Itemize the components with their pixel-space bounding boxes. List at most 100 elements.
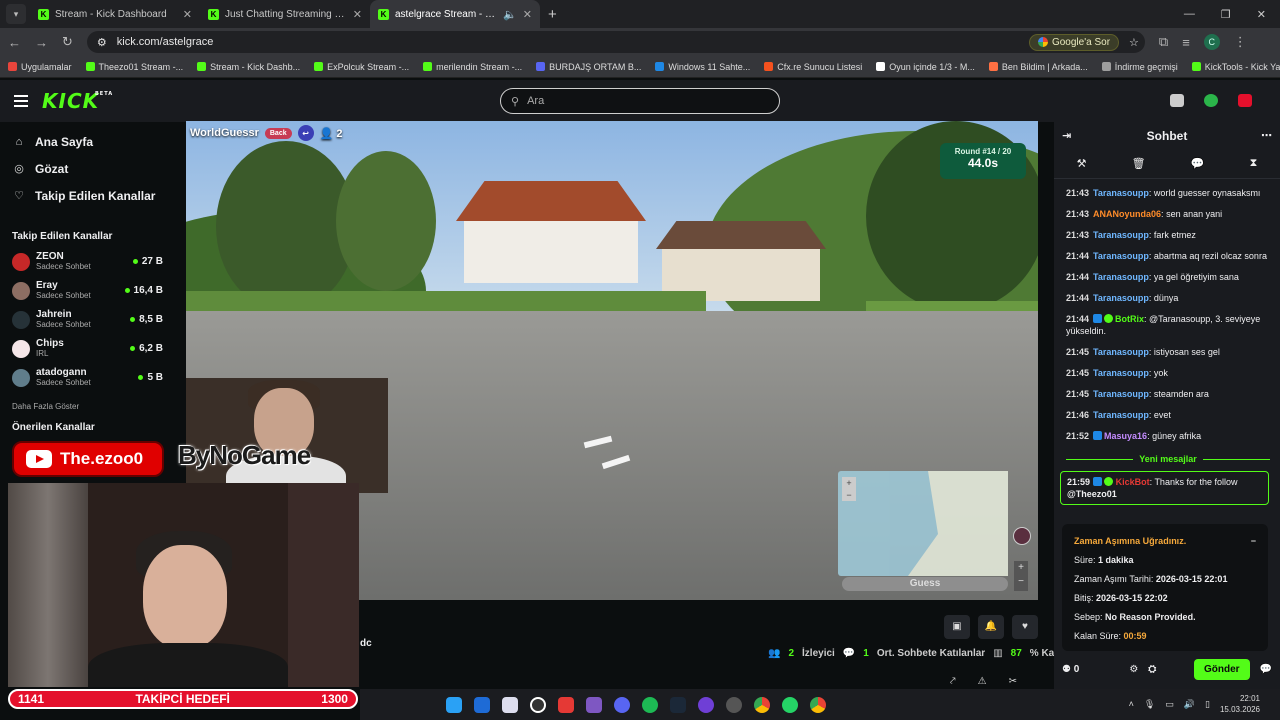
collapse-chat-icon[interactable]: ⇥ — [1062, 129, 1071, 142]
heart-icon[interactable]: ♥ — [1012, 615, 1038, 639]
spotify-icon[interactable] — [642, 696, 658, 713]
bookmark-item[interactable]: BURDAJŞ ORTAM B... — [536, 62, 641, 72]
chevron-up-icon[interactable]: ˄ — [1129, 699, 1134, 709]
message-username[interactable]: BotRix — [1115, 314, 1144, 324]
zoom-controls[interactable]: + − — [1014, 561, 1028, 591]
sidebar-item-home[interactable]: ⌂ Ana Sayfa — [0, 128, 175, 155]
channel-item[interactable]: atadogann Sadece Sohbet 5 B — [0, 363, 175, 392]
message-username[interactable]: Taranasoupp — [1093, 368, 1149, 378]
bookmark-item[interactable]: İndirme geçmişi — [1101, 62, 1178, 72]
bookmark-item[interactable]: Theezo01 Stream -... — [85, 62, 183, 72]
bell-icon[interactable]: 🔔 — [978, 615, 1004, 639]
app-icon[interactable] — [586, 696, 602, 713]
message-username[interactable]: Taranasoupp — [1093, 188, 1149, 198]
reload-icon[interactable]: ↻ — [62, 34, 73, 50]
chrome-icon[interactable] — [754, 696, 770, 713]
system-clock[interactable]: 22:01 15.03.2026 — [1220, 693, 1260, 715]
chat-rules-icon[interactable]: ⛭ — [1148, 664, 1156, 675]
close-tab-icon[interactable]: ✕ — [523, 8, 532, 21]
chrome-icon[interactable] — [810, 696, 826, 713]
speaker-icon[interactable]: 🔈 — [503, 8, 517, 21]
restore-icon[interactable]: ❐ — [1221, 8, 1231, 21]
browser-tab[interactable]: K Just Chatting Streaming - Live ✕ — [200, 0, 370, 28]
emote-icon[interactable]: 💬 — [1260, 664, 1272, 675]
volume-icon[interactable]: 🔊 — [1184, 699, 1195, 710]
clip-icon[interactable]: ✂ — [1009, 676, 1017, 687]
app-icon[interactable] — [726, 696, 742, 713]
url-text[interactable]: kick.com/astelgrace — [117, 36, 1019, 48]
obs-icon[interactable] — [530, 696, 546, 713]
hourglass-icon[interactable]: ⧗ — [1250, 157, 1258, 170]
report-icon[interactable]: ⚠ — [978, 676, 987, 687]
chat-bubble-icon[interactable]: 💬 — [1191, 157, 1205, 170]
guess-minimap[interactable] — [838, 471, 1008, 576]
browser-menu-icon[interactable]: ⋮ — [1234, 34, 1247, 50]
search-input[interactable]: ⚲ Ara — [500, 88, 780, 114]
message-username[interactable]: Taranasoupp — [1093, 293, 1149, 303]
bookmark-item[interactable]: merilendin Stream -... — [423, 62, 522, 72]
message-username[interactable]: Taranasoupp — [1093, 389, 1149, 399]
extensions-icon[interactable]: ⧉ — [1159, 34, 1168, 50]
streamer-icon[interactable] — [1170, 94, 1184, 107]
save-icon[interactable]: ▣ — [944, 615, 970, 639]
bookmark-item[interactable]: Ben Bildim | Arkada... — [988, 62, 1088, 72]
bookmark-item[interactable]: Oyun içinde 1/3 - M... — [876, 62, 975, 72]
browser-tab[interactable]: K Stream - Kick Dashboard ✕ — [30, 0, 200, 28]
chat-menu-icon[interactable]: ⋯ — [1261, 129, 1272, 142]
bookmark-item[interactable]: Windows 11 Sahte... — [655, 62, 750, 72]
channel-item[interactable]: ZEON Sadece Sohbet 27 B — [0, 247, 175, 276]
send-button[interactable]: Gönder — [1193, 658, 1250, 680]
collapse-icon[interactable]: − — [1251, 532, 1256, 551]
new-tab-button[interactable]: + — [548, 6, 557, 23]
message-username[interactable]: Taranasoupp — [1093, 410, 1149, 420]
hamburger-menu-icon[interactable] — [14, 92, 28, 110]
powershell-icon[interactable] — [474, 696, 490, 713]
message-username[interactable]: ANANoyunda06 — [1093, 209, 1161, 219]
app-icon[interactable] — [558, 696, 574, 713]
trash-icon[interactable]: 🗑 — [1132, 157, 1146, 170]
start-icon[interactable] — [446, 696, 462, 713]
bookmark-item[interactable]: Uygulamalar — [8, 62, 72, 72]
sidebar-item-browse[interactable]: ◎ Gözat — [0, 155, 175, 182]
message-username[interactable]: Taranasoupp — [1093, 230, 1149, 240]
tab-search-button[interactable]: ▾ — [6, 4, 26, 24]
message-username[interactable]: KickBot — [1116, 477, 1150, 487]
channel-item[interactable]: Jahrein Sadece Sohbet 8,5 B — [0, 305, 175, 334]
message-username[interactable]: Taranasoupp — [1093, 251, 1149, 261]
notepad-icon[interactable] — [502, 696, 518, 713]
channel-item[interactable]: Chips IRL 6,2 B — [0, 334, 175, 363]
guess-button[interactable]: Guess — [842, 577, 1008, 591]
minimize-icon[interactable]: — — [1184, 8, 1195, 21]
profile-avatar[interactable]: C — [1203, 34, 1220, 50]
settings-gear-icon[interactable]: ⚙ — [1129, 664, 1138, 675]
google-ask-button[interactable]: Google'a Sor — [1028, 33, 1120, 51]
browser-tab-active[interactable]: K astelgrace Stream - Watch 🔈 ✕ — [370, 0, 540, 28]
message-username[interactable]: Masuya16 — [1104, 431, 1147, 441]
points-indicator[interactable]: ⚉ 0 — [1062, 664, 1079, 675]
close-tab-icon[interactable]: ✕ — [183, 8, 192, 21]
app-icon[interactable] — [698, 696, 714, 713]
close-tab-icon[interactable]: ✕ — [353, 8, 362, 21]
user-avatar[interactable] — [1204, 94, 1218, 107]
forward-arrow-icon[interactable]: → — [35, 35, 48, 50]
bookmark-item[interactable]: Cfx.re Sunucu Listesi — [764, 62, 862, 72]
site-info-icon[interactable]: ⚙ — [97, 36, 107, 49]
media-icon[interactable]: ≡ — [1182, 35, 1190, 50]
message-username[interactable]: Taranasoupp — [1093, 272, 1149, 282]
omnibox[interactable]: ⚙ kick.com/astelgrace Google'a Sor ☆ — [86, 31, 1145, 53]
kick-logo[interactable]: KICK BETA — [42, 89, 112, 113]
back-arrow-icon[interactable]: ← — [8, 35, 21, 50]
microphone-icon[interactable]: 🎙 — [1144, 699, 1155, 710]
hammer-icon[interactable]: ⚒ — [1077, 157, 1087, 170]
message-username[interactable]: Taranasoupp — [1093, 347, 1149, 357]
minimap-zoom-controls[interactable]: + − — [842, 477, 856, 501]
bookmark-item[interactable]: KickTools - Kick Yara... — [1191, 62, 1280, 72]
channel-item[interactable]: Eray Sadece Sohbet 16,4 B — [0, 276, 175, 305]
steam-icon[interactable] — [670, 696, 686, 713]
navigation-arrows[interactable] — [583, 435, 634, 470]
bookmark-item[interactable]: Stream - Kick Dashb... — [197, 62, 300, 72]
discord-icon[interactable] — [614, 696, 630, 713]
undo-icon[interactable]: ↩ — [297, 125, 314, 141]
whatsapp-icon[interactable] — [782, 696, 798, 713]
share-icon[interactable]: ⤤ — [950, 676, 956, 687]
